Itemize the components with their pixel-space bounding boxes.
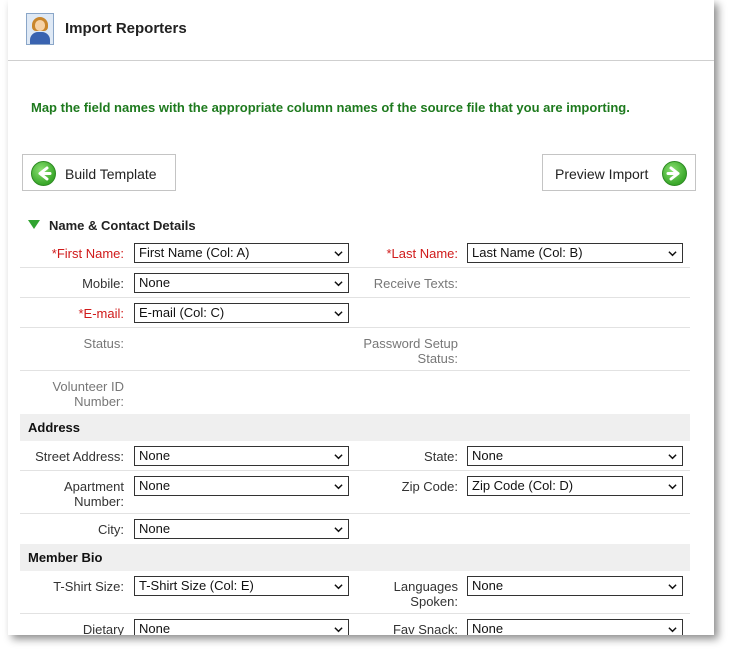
street-address-value: None xyxy=(139,448,171,463)
chevron-down-icon xyxy=(668,627,677,633)
volunteer-id-label: Volunteer ID Number: xyxy=(26,379,124,409)
last-name-select[interactable]: Last Name (Col: B) xyxy=(467,243,683,263)
expand-triangle-icon xyxy=(28,220,40,229)
apartment-line-1: Apartment xyxy=(64,479,124,494)
tshirt-size-label: T-Shirt Size: xyxy=(53,579,124,594)
password-setup-line-1: Password Setup xyxy=(363,336,458,351)
fav-snack-label: Fav Snack: xyxy=(392,622,458,635)
city-label: City: xyxy=(98,522,124,537)
fav-snack-value: None xyxy=(472,621,504,635)
preview-import-label: Preview Import xyxy=(555,166,649,182)
apartment-label: Apartment Number: xyxy=(26,479,124,509)
build-template-label: Build Template xyxy=(65,166,157,182)
page-title: Import Reporters xyxy=(65,20,187,37)
city-value: None xyxy=(139,521,171,536)
state-label: State: xyxy=(424,449,458,464)
page-header: Import Reporters xyxy=(8,0,714,61)
tshirt-size-select[interactable]: T-Shirt Size (Col: E) xyxy=(134,576,349,596)
email-select[interactable]: E-mail (Col: C) xyxy=(134,303,349,323)
mobile-label: Mobile: xyxy=(82,276,124,291)
chevron-down-icon xyxy=(334,311,343,317)
fav-snack-select[interactable]: None xyxy=(467,619,683,635)
zip-code-value: Zip Code (Col: D) xyxy=(472,478,574,493)
zip-code-label: Zip Code: xyxy=(401,479,458,494)
password-setup-line-2: Status: xyxy=(417,351,458,366)
intro-text: Map the field names with the appropriate… xyxy=(31,100,630,115)
last-name-label: *Last Name: xyxy=(386,246,458,261)
dietary-label: Dietary xyxy=(82,622,124,635)
chevron-down-icon xyxy=(668,484,677,490)
last-name-value: Last Name (Col: B) xyxy=(472,245,583,260)
section-member-bio-header: Member Bio xyxy=(20,544,690,571)
chevron-down-icon xyxy=(668,454,677,460)
email-value: E-mail (Col: C) xyxy=(139,305,225,320)
status-label: Status: xyxy=(83,336,124,351)
receive-texts-label: Receive Texts: xyxy=(373,276,458,291)
section-name-contact-toggle[interactable]: Name & Contact Details xyxy=(28,218,196,233)
first-name-label: *First Name: xyxy=(51,246,124,261)
password-setup-label: Password Setup Status: xyxy=(338,336,458,366)
languages-line-2: Spoken: xyxy=(410,594,458,609)
volunteer-id-line-2: Number: xyxy=(74,394,124,409)
street-address-select[interactable]: None xyxy=(134,446,349,466)
state-value: None xyxy=(472,448,504,463)
apartment-select[interactable]: None xyxy=(134,476,349,496)
city-select[interactable]: None xyxy=(134,519,349,539)
state-select[interactable]: None xyxy=(467,446,683,466)
street-address-label: Street Address: xyxy=(35,449,124,464)
arrow-left-icon xyxy=(31,161,56,186)
import-panel: Import Reporters Map the field names wit… xyxy=(8,0,714,635)
section-address-header: Address xyxy=(20,414,690,441)
languages-line-1: Languages xyxy=(393,579,458,594)
zip-code-select[interactable]: Zip Code (Col: D) xyxy=(467,476,683,496)
preview-import-button[interactable]: Preview Import xyxy=(542,154,696,191)
volunteer-id-line-1: Volunteer ID xyxy=(52,379,124,394)
chevron-down-icon xyxy=(668,584,677,590)
email-label: *E-mail: xyxy=(78,306,124,321)
reporter-avatar-icon xyxy=(26,13,54,45)
mobile-value: None xyxy=(139,275,171,290)
first-name-select[interactable]: First Name (Col: A) xyxy=(134,243,349,263)
first-name-value: First Name (Col: A) xyxy=(139,245,250,260)
mobile-select[interactable]: None xyxy=(134,273,349,293)
arrow-right-icon xyxy=(662,161,687,186)
languages-select[interactable]: None xyxy=(467,576,683,596)
build-template-button[interactable]: Build Template xyxy=(22,154,176,191)
languages-value: None xyxy=(472,578,504,593)
chevron-down-icon xyxy=(334,527,343,533)
chevron-down-icon xyxy=(668,251,677,257)
section-title: Name & Contact Details xyxy=(49,218,196,233)
dietary-value: None xyxy=(139,621,171,635)
tshirt-size-value: T-Shirt Size (Col: E) xyxy=(139,578,254,593)
apartment-value: None xyxy=(139,478,171,493)
dietary-select[interactable]: None xyxy=(134,619,349,635)
languages-label: Languages Spoken: xyxy=(338,579,458,609)
apartment-line-2: Number: xyxy=(74,494,124,509)
